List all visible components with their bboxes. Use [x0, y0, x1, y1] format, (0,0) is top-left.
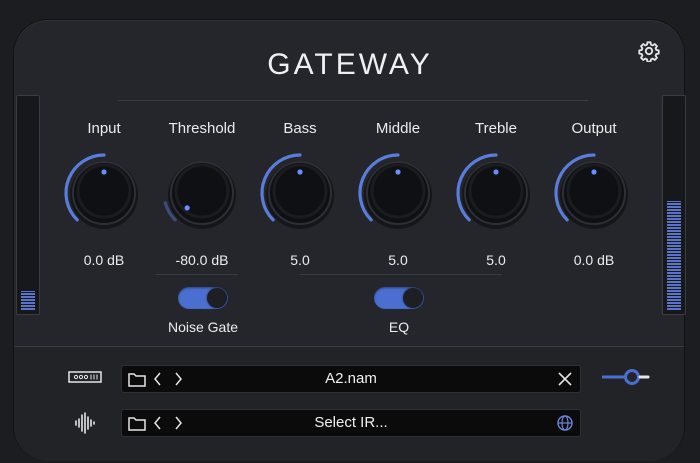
output-knob-group: Output 0.0 dB: [547, 118, 641, 268]
waveform-icon[interactable]: [74, 412, 98, 434]
output-level-meter: [662, 95, 686, 315]
eq-group: EQ: [339, 287, 459, 335]
plugin-title: GATEWAY: [267, 48, 433, 81]
treble-indicator-dot: [493, 169, 499, 175]
noise-gate-divider: [156, 274, 238, 275]
input-value: 0.0 dB: [83, 252, 125, 268]
treble-knob-group: Treble 5.0: [449, 118, 543, 268]
threshold-indicator-dot: [184, 205, 190, 211]
output-indicator-dot: [591, 169, 597, 175]
title-divider: [118, 100, 588, 101]
threshold-knob-body: [170, 161, 234, 225]
noise-gate-toggle-thumb: [207, 288, 227, 308]
input-label: Input: [87, 120, 121, 137]
bass-indicator-dot: [297, 169, 303, 175]
middle-value: 5.0: [388, 252, 408, 268]
threshold-knob[interactable]: [159, 150, 245, 236]
model-filename: A2.nam: [325, 370, 377, 387]
amp-model-icon[interactable]: [68, 371, 102, 383]
input-knob[interactable]: [61, 150, 147, 236]
noise-gate-label: Noise Gate: [167, 319, 239, 335]
bass-label: Bass: [283, 120, 317, 137]
close-icon[interactable]: [556, 370, 574, 388]
ir-slot[interactable]: Select IR...: [121, 409, 581, 437]
output-level-fill: [667, 200, 681, 310]
output-label: Output: [571, 120, 617, 137]
threshold-label: Threshold: [168, 120, 236, 137]
eq-toggle-thumb: [403, 288, 423, 308]
threshold-knob-group: Threshold -80.0 dB: [155, 118, 249, 268]
treble-knob[interactable]: [453, 150, 539, 236]
eq-label: EQ: [388, 319, 410, 335]
middle-label: Middle: [375, 120, 421, 137]
bass-knob-group: Bass 5.0: [253, 118, 347, 268]
output-knob[interactable]: [551, 150, 637, 236]
globe-icon[interactable]: [556, 414, 574, 432]
gear-icon[interactable]: [638, 40, 660, 62]
output-value: 0.0 dB: [573, 252, 615, 268]
eq-toggle[interactable]: [374, 287, 424, 309]
input-level-meter: [16, 95, 40, 315]
noise-gate-group: Noise Gate: [143, 287, 263, 335]
input-level-fill: [21, 291, 35, 310]
input-indicator-dot: [101, 169, 107, 175]
treble-label: Treble: [475, 120, 517, 137]
bass-value: 5.0: [290, 252, 310, 268]
file-loader-bar: [14, 346, 684, 461]
threshold-value: -80.0 dB: [175, 252, 229, 268]
middle-knob[interactable]: [355, 150, 441, 236]
slider-icon[interactable]: [602, 368, 650, 386]
noise-gate-toggle[interactable]: [178, 287, 228, 309]
eq-divider: [300, 274, 502, 275]
model-slot[interactable]: A2.nam: [121, 365, 581, 393]
treble-value: 5.0: [486, 252, 506, 268]
bass-knob[interactable]: [257, 150, 343, 236]
ir-filename: Select IR...: [314, 414, 388, 431]
input-knob-group: Input 0.0 dB: [57, 118, 151, 268]
middle-knob-group: Middle 5.0: [351, 118, 445, 268]
middle-indicator-dot: [395, 169, 401, 175]
